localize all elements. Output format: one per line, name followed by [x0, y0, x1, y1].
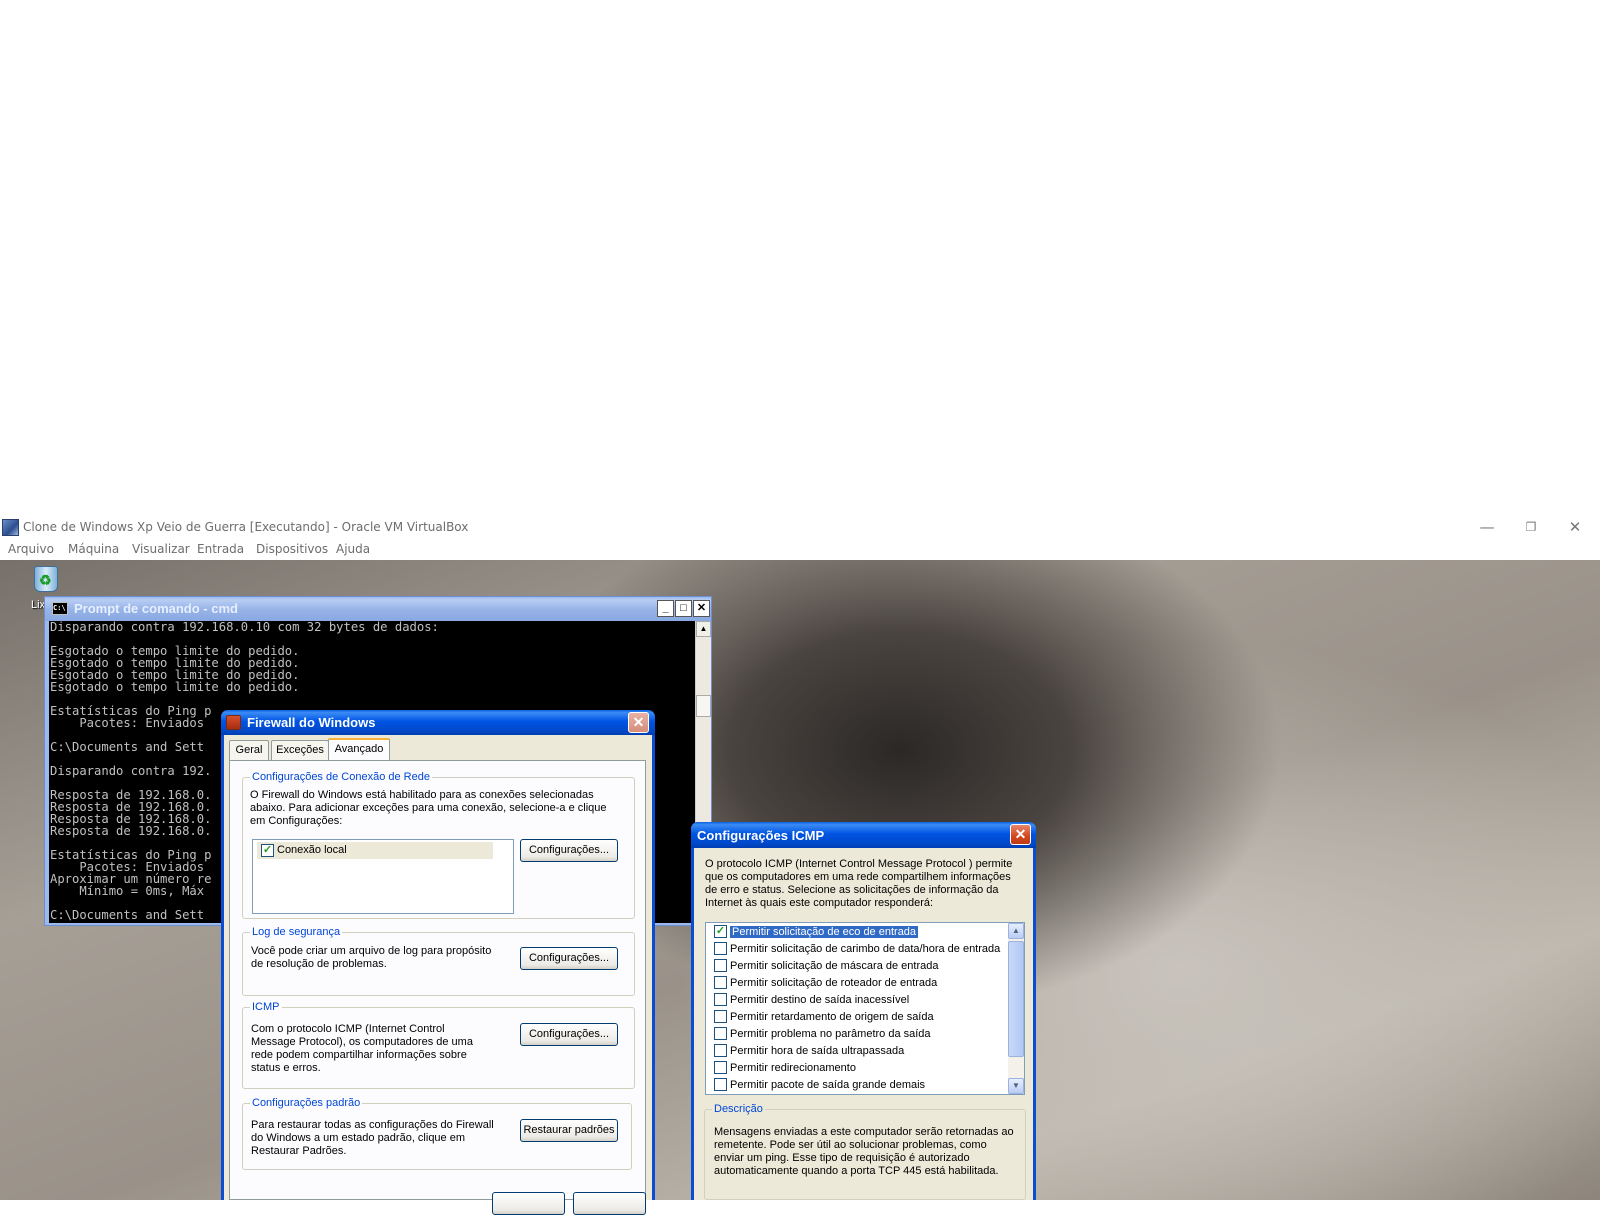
minimize-button[interactable]: —	[1465, 516, 1509, 539]
icmp-option[interactable]: Permitir solicitação de roteador de entr…	[714, 975, 937, 991]
icmp-option-checkbox[interactable]	[714, 1009, 727, 1023]
icmp-option-label: Permitir solicitação de máscara de entra…	[730, 960, 939, 972]
virtualbox-app-icon	[2, 519, 19, 536]
firewall-body: Geral Exceções Avançado Configurações de…	[224, 735, 652, 1215]
menu-arquivo[interactable]: Arquivo	[8, 542, 54, 556]
defaults-text: Para restaurar todas as configurações do…	[251, 1119, 494, 1157]
icmp-option-label: Permitir solicitação de eco de entrada	[730, 926, 919, 938]
cancel-button-partial[interactable]	[573, 1192, 646, 1215]
network-settings-legend: Configurações de Conexão de Rede	[252, 771, 430, 783]
restore-defaults-button[interactable]: Restaurar padrões	[520, 1119, 618, 1142]
icmp-option[interactable]: Permitir problema no parâmetro da saída	[714, 1026, 931, 1042]
cmd-icon: C:\	[52, 602, 68, 615]
icmp-option-checkbox[interactable]	[714, 992, 727, 1006]
icmp-option-label: Permitir solicitação de carimbo de data/…	[730, 943, 1001, 955]
icmp-dialog[interactable]: Configurações ICMP ✕ O protocolo ICMP (I…	[691, 822, 1036, 1200]
icmp-option[interactable]: Permitir hora de saída ultrapassada	[714, 1043, 904, 1059]
network-settings-button[interactable]: Configurações...	[520, 839, 618, 862]
tab-panel-avancado: Configurações de Conexão de Rede O Firew…	[229, 760, 646, 1215]
firewall-titlebar[interactable]: Firewall do Windows ✕	[221, 710, 655, 735]
tab-geral[interactable]: Geral	[229, 740, 269, 760]
icmp-options-list[interactable]: ✓ Permitir solicitação de eco de entrada …	[705, 922, 1025, 1095]
tab-excecoes[interactable]: Exceções	[271, 740, 329, 760]
icmp-list-scrollbar[interactable]: ▲ ▼	[1008, 923, 1024, 1094]
virtualbox-titlebar: Clone de Windows Xp Veio de Guerra [Exec…	[0, 516, 1600, 539]
icmp-option-label: Permitir destino de saída inacessível	[730, 994, 910, 1006]
scroll-down-arrow-icon[interactable]: ▼	[1008, 1078, 1024, 1094]
icmp-option-label: Permitir pacote de saída grande demais	[730, 1079, 926, 1091]
icmp-option-checkbox[interactable]	[714, 1026, 727, 1040]
icmp-option-checkbox[interactable]	[714, 975, 727, 989]
icmp-option[interactable]: Permitir retardamento de origem de saída	[714, 1009, 934, 1025]
icmp-settings-button[interactable]: Configurações...	[520, 1023, 618, 1046]
icmp-legend: ICMP	[252, 1001, 280, 1013]
recycle-bin-icon[interactable]: ♻	[30, 564, 62, 594]
security-log-text: Você pode criar um arquivo de log para p…	[251, 945, 492, 970]
icmp-option-checkbox[interactable]	[714, 1043, 727, 1057]
icmp-option-label: Permitir problema no parâmetro da saída	[730, 1028, 931, 1040]
menu-ajuda[interactable]: Ajuda	[336, 542, 370, 556]
cmd-titlebar[interactable]: C:\ Prompt de comando - cmd _ □ ✕	[45, 597, 711, 621]
icmp-option[interactable]: Permitir destino de saída inacessível	[714, 992, 909, 1008]
menu-visualizar[interactable]: Visualizar	[132, 542, 190, 556]
defaults-legend: Configurações padrão	[252, 1097, 361, 1109]
menu-maquina[interactable]: Máquina	[68, 542, 119, 556]
connections-list[interactable]: ✓ Conexão local	[252, 839, 514, 914]
icmp-option-label: Permitir retardamento de origem de saída	[730, 1011, 934, 1023]
connection-checkbox[interactable]: ✓	[261, 843, 274, 857]
firewall-title: Firewall do Windows	[247, 715, 376, 730]
icmp-close-button[interactable]: ✕	[1010, 824, 1031, 845]
tab-avancado[interactable]: Avançado	[328, 738, 390, 760]
description-text: Mensagens enviadas a este computador ser…	[714, 1126, 1014, 1177]
cmd-minimize-button[interactable]: _	[657, 600, 674, 617]
icmp-option[interactable]: Permitir solicitação de carimbo de data/…	[714, 941, 1000, 957]
icmp-option-label: Permitir solicitação de roteador de entr…	[730, 977, 938, 989]
security-log-settings-button[interactable]: Configurações...	[520, 947, 618, 970]
icmp-option-checkbox[interactable]	[714, 941, 727, 955]
icmp-titlebar[interactable]: Configurações ICMP ✕	[691, 822, 1036, 848]
firewall-close-button[interactable]: ✕	[628, 712, 649, 733]
scroll-up-arrow-icon[interactable]: ▲	[696, 621, 711, 637]
close-button[interactable]: ✕	[1553, 516, 1597, 539]
icmp-option-checkbox[interactable]	[714, 958, 727, 972]
icmp-dialog-title: Configurações ICMP	[697, 828, 825, 843]
firewall-icon	[226, 715, 241, 730]
icmp-dialog-body: O protocolo ICMP (Internet Control Messa…	[694, 848, 1033, 1200]
icmp-option-label: Permitir hora de saída ultrapassada	[730, 1045, 905, 1057]
recycle-bin-label[interactable]: Lix	[31, 599, 45, 611]
cmd-scroll-thumb[interactable]	[696, 695, 711, 717]
description-legend: Descrição	[714, 1103, 763, 1115]
network-settings-text: O Firewall do Windows está habilitado pa…	[250, 789, 607, 827]
icmp-option[interactable]: Permitir solicitação de máscara de entra…	[714, 958, 938, 974]
icmp-list-scroll-thumb[interactable]	[1008, 941, 1024, 1057]
cmd-close-button[interactable]: ✕	[693, 600, 710, 617]
icmp-option-checkbox[interactable]	[714, 1060, 727, 1074]
icmp-option-checkbox[interactable]	[714, 1077, 727, 1091]
connection-label: Conexão local	[277, 844, 347, 856]
icmp-option[interactable]: Permitir pacote de saída grande demais	[714, 1077, 925, 1093]
ok-button-partial[interactable]	[492, 1192, 565, 1215]
icmp-option[interactable]: Permitir redirecionamento	[714, 1060, 856, 1076]
scroll-up-arrow-icon[interactable]: ▲	[1008, 923, 1024, 939]
cmd-maximize-button[interactable]: □	[675, 600, 692, 617]
menubar: Arquivo Máquina Visualizar Entrada Dispo…	[0, 539, 1600, 560]
icmp-option[interactable]: ✓ Permitir solicitação de eco de entrada	[714, 924, 919, 940]
cmd-title: Prompt de comando - cmd	[74, 601, 238, 616]
firewall-window[interactable]: Firewall do Windows ✕ Geral Exceções Ava…	[221, 710, 655, 1215]
icmp-text: Com o protocolo ICMP (Internet Control M…	[251, 1023, 473, 1074]
window-title: Clone de Windows Xp Veio de Guerra [Exec…	[23, 520, 469, 534]
menu-dispositivos[interactable]: Dispositivos	[256, 542, 328, 556]
icmp-option-checkbox[interactable]: ✓	[714, 924, 727, 938]
menu-entrada[interactable]: Entrada	[197, 542, 244, 556]
connection-item[interactable]: ✓ Conexão local	[257, 842, 493, 859]
icmp-intro-text: O protocolo ICMP (Internet Control Messa…	[705, 858, 1013, 909]
icmp-option-label: Permitir redirecionamento	[730, 1062, 856, 1074]
restore-button[interactable]: ❐	[1509, 516, 1553, 539]
security-log-legend: Log de segurança	[252, 926, 341, 938]
